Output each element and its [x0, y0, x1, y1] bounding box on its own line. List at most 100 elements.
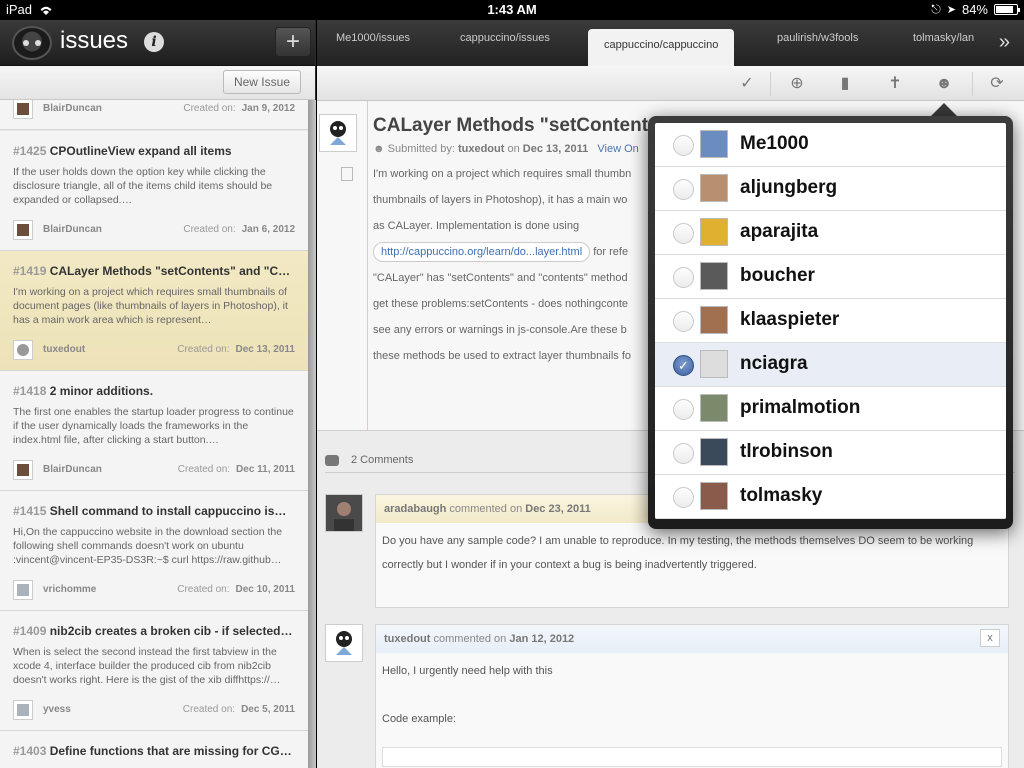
checked-radio-icon[interactable]: ✓ [673, 355, 694, 376]
avatar [700, 350, 728, 378]
issue-title: #1403 Define functions that are missing … [13, 744, 292, 758]
issue-created: Created on: Jan 6, 2012 [183, 224, 295, 235]
radio-button[interactable] [673, 135, 694, 156]
issue-list-item[interactable]: #1425 CPOutlineView expand all items If … [0, 131, 308, 251]
code-block [382, 747, 1002, 767]
avatar [700, 130, 728, 158]
assignee-option[interactable]: ✓ nciagra [655, 343, 1006, 387]
tab-cappuccino-issues[interactable]: cappuccino/issues [460, 32, 550, 44]
radio-button[interactable] [673, 311, 694, 332]
assignee-icon[interactable]: ☻ [934, 74, 954, 94]
issue-author: vrichomme [43, 584, 97, 595]
issue-description: The first one enables the startup loader… [13, 406, 294, 446]
radio-button[interactable] [673, 267, 694, 288]
assignee-option[interactable]: tlrobinson [655, 431, 1006, 475]
issue-list-item-selected[interactable]: #1419 CALayer Methods "setContents" and … [0, 251, 308, 371]
issue-list: BlairDuncan Created on: Jan 9, 2012 #1425… [0, 100, 308, 768]
view-on-github-link[interactable]: View On [597, 143, 638, 155]
avatar [13, 220, 33, 240]
add-comment-icon[interactable]: ⊕ [787, 74, 807, 94]
avatar [13, 100, 33, 119]
assignee-option[interactable]: boucher [655, 255, 1006, 299]
comment-header: tuxedout commented on Jan 12, 2012 [376, 625, 1008, 653]
issue-submitted-by: ☻ Submitted by: tuxedout on Dec 13, 2011… [373, 143, 639, 155]
refresh-icon[interactable]: ⟳ [987, 74, 1007, 94]
avatar [325, 624, 363, 662]
more-tabs-icon[interactable]: » [999, 32, 1010, 52]
issue-description: I'm working on a project which requires … [13, 286, 288, 326]
tab-me1000-issues[interactable]: Me1000/issues [336, 32, 410, 44]
assignee-name: tlrobinson [740, 441, 833, 462]
assignee-option[interactable]: aljungberg [655, 167, 1006, 211]
user-icon: ☻ [373, 143, 385, 155]
issue-list-item[interactable]: BlairDuncan Created on: Jan 9, 2012 [0, 100, 308, 130]
issue-list-item[interactable]: #1415 Shell command to install cappuccin… [0, 491, 308, 611]
issue-description: When is select the second instead the fi… [13, 646, 281, 686]
avatar [700, 438, 728, 466]
issue-list-item[interactable]: #1409 nib2cib creates a broken cib - if … [0, 611, 308, 731]
new-issue-button[interactable]: New Issue [222, 70, 301, 94]
tab-tolmasky-lan[interactable]: tolmasky/lan [913, 32, 974, 44]
issue-created: Created on: Dec 13, 2011 [177, 344, 295, 355]
app-title: issues [60, 27, 129, 54]
assignee-option[interactable]: Me1000 [655, 123, 1006, 167]
issue-body-text: I'm working on a project which requires … [373, 168, 632, 362]
delete-comment-button[interactable]: x [980, 629, 1000, 647]
issue-title: #1425 CPOutlineView expand all items [13, 144, 232, 158]
avatar [13, 700, 33, 720]
attachment-icon[interactable]: ▮ [835, 74, 855, 94]
sidebar-scroll-edge [308, 100, 316, 768]
issue-author: BlairDuncan [43, 224, 102, 235]
tab-cappuccino-cappuccino[interactable]: cappuccino/cappuccino [588, 29, 735, 66]
issue-link[interactable]: http://cappuccino.org/learn/do...layer.h… [373, 242, 591, 262]
issue-author: tuxedout [43, 344, 86, 355]
popover-arrow [930, 103, 958, 117]
issue-description: Hi,On the cappuccino website in the down… [13, 526, 283, 566]
assignee-name: klaaspieter [740, 309, 840, 330]
assignee-name: Me1000 [740, 133, 809, 154]
radio-button[interactable] [673, 223, 694, 244]
milestone-icon[interactable]: ✝ [885, 74, 905, 94]
issue-description: If the user holds down the option key wh… [13, 166, 273, 206]
issue-author: yvess [43, 704, 71, 715]
add-repository-button[interactable]: + [275, 27, 311, 57]
document-icon [341, 167, 353, 181]
avatar [13, 580, 33, 600]
issue-author: BlairDuncan [43, 464, 102, 475]
comment-text: Do you have any sample code? I am unable… [382, 535, 974, 571]
assignee-name: tolmasky [740, 485, 823, 506]
avatar [700, 262, 728, 290]
radio-button[interactable] [673, 399, 694, 420]
avatar [319, 114, 357, 152]
sidebar-header: issues i + [0, 20, 315, 66]
radio-button[interactable] [673, 179, 694, 200]
avatar [13, 460, 33, 480]
radio-button[interactable] [673, 443, 694, 464]
comment: tuxedout commented on Jan 12, 2012 x Hel… [375, 624, 1009, 768]
comments-count: 2 Comments [325, 454, 413, 466]
assignee-option[interactable]: tolmasky [655, 475, 1006, 519]
rotation-lock-icon: ⎋ [931, 2, 941, 16]
issue-list-item[interactable]: #1418 2 minor additions. The first one e… [0, 371, 308, 491]
avatar [700, 218, 728, 246]
sidebar-toolbar: New Issue [0, 66, 315, 100]
issue-list-item[interactable]: #1403 Define functions that are missing … [0, 731, 308, 768]
info-icon[interactable]: i [144, 32, 164, 52]
issues-sidebar: issues i + New Issue BlairDuncan Created… [0, 20, 316, 768]
issue-created: Created on: Dec 5, 2011 [182, 704, 295, 715]
radio-button[interactable] [673, 487, 694, 508]
issue-title: #1418 2 minor additions. [13, 384, 154, 398]
repository-tabs: Me1000/issues cappuccino/issues cappucci… [317, 20, 1024, 66]
assignee-option[interactable]: klaaspieter [655, 299, 1006, 343]
tab-paulirish-w3fools[interactable]: paulirish/w3fools [777, 32, 858, 44]
assignee-option[interactable]: aparajita [655, 211, 1006, 255]
issue-title: #1409 nib2cib creates a broken cib - if … [13, 624, 293, 638]
issue-action-bar: ✓ ⊕ ▮ ✝ ☻ ⟳ [317, 66, 1024, 101]
avatar [700, 306, 728, 334]
assignee-name: boucher [740, 265, 815, 286]
octocat-logo-icon [12, 26, 52, 60]
assignee-name: primalmotion [740, 397, 861, 418]
close-issue-check-icon[interactable]: ✓ [737, 74, 757, 94]
assignee-option[interactable]: primalmotion [655, 387, 1006, 431]
issue-created: Created on: Jan 9, 2012 [183, 103, 295, 114]
